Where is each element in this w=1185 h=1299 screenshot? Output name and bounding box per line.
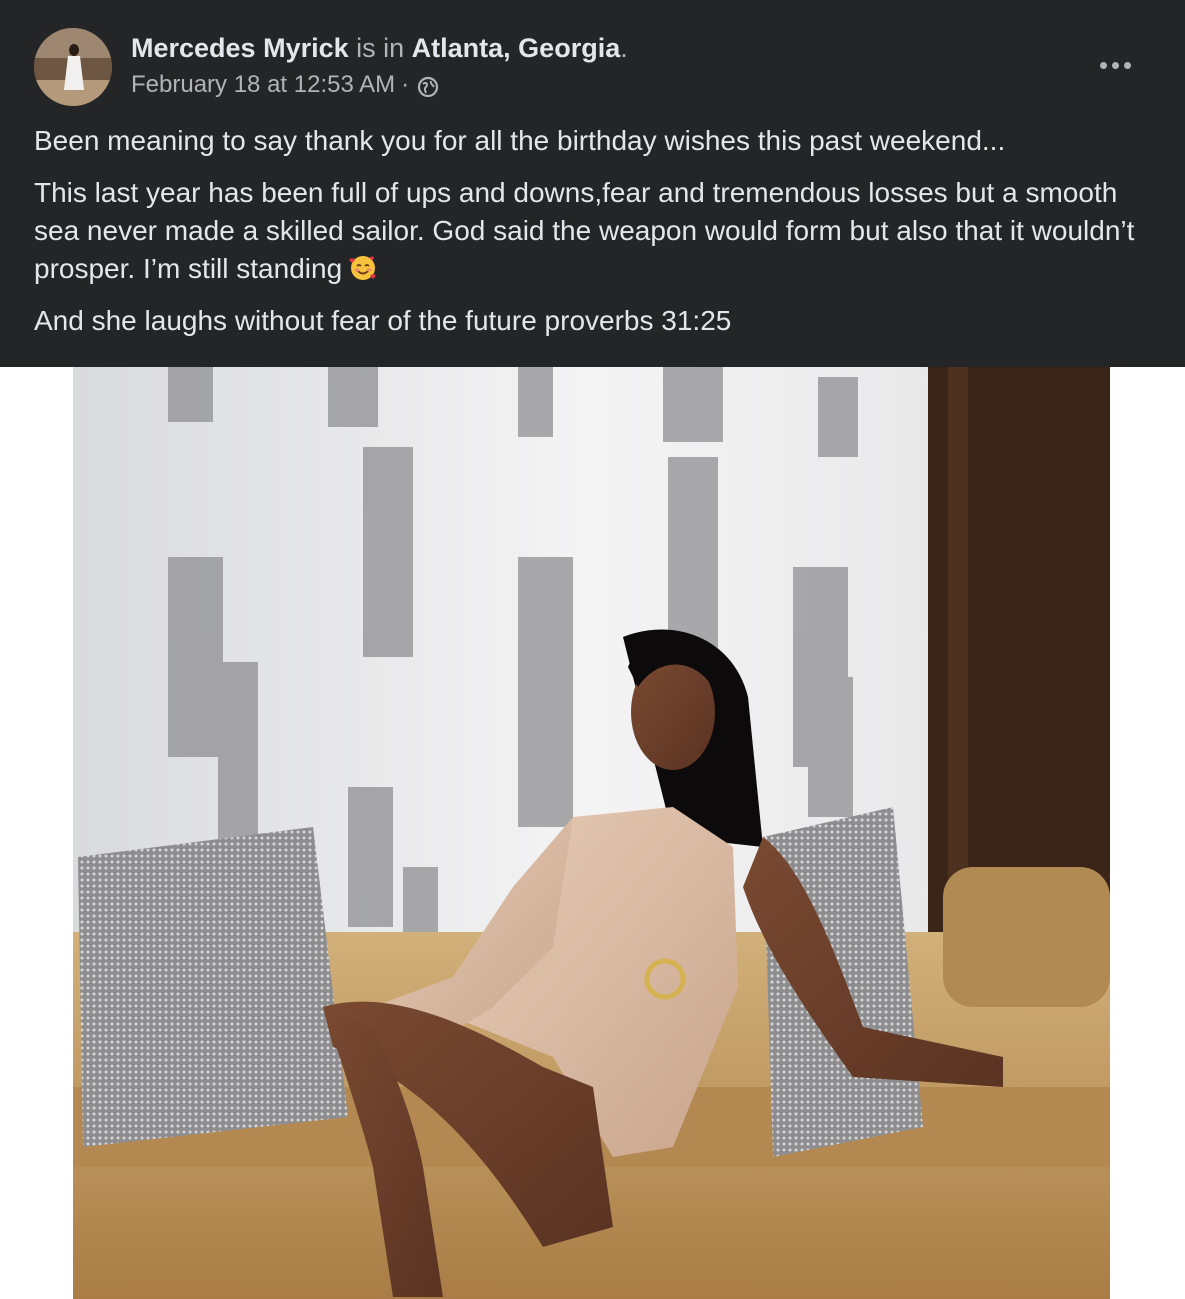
post-paragraph-text: This last year has been full of ups and … xyxy=(34,177,1135,284)
author-avatar[interactable] xyxy=(34,28,112,106)
author-name[interactable]: Mercedes Myrick xyxy=(131,33,349,63)
post-paragraph: This last year has been full of ups and … xyxy=(34,174,1154,288)
post-photo[interactable] xyxy=(73,367,1110,1299)
post-paragraph: And she laughs without fear of the futur… xyxy=(34,305,732,336)
ellipsis-icon xyxy=(1099,61,1107,69)
post-text: Been meaning to say thank you for all th… xyxy=(34,122,1154,354)
facebook-post: Mercedes Myrick is in Atlanta, Georgia. … xyxy=(0,0,1185,1299)
globe-icon[interactable] xyxy=(417,74,439,98)
meta-separator: · xyxy=(401,71,410,98)
ellipsis-dot xyxy=(1123,61,1131,69)
post-timestamp[interactable]: February 18 at 12:53 AM xyxy=(131,68,395,102)
period-text: . xyxy=(620,33,628,63)
post-paragraph: Been meaning to say thank you for all th… xyxy=(34,125,1006,156)
is-in-text: is in xyxy=(356,33,405,63)
ellipsis-dot xyxy=(1111,61,1119,69)
post-meta: February 18 at 12:53 AM · xyxy=(131,68,439,102)
location-link[interactable]: Atlanta, Georgia xyxy=(412,33,621,63)
more-options-button[interactable] xyxy=(1090,50,1140,80)
post-header: Mercedes Myrick is in Atlanta, Georgia. … xyxy=(0,0,1185,367)
smiling-face-with-hearts-icon xyxy=(348,253,378,283)
author-line: Mercedes Myrick is in Atlanta, Georgia. xyxy=(131,30,628,66)
